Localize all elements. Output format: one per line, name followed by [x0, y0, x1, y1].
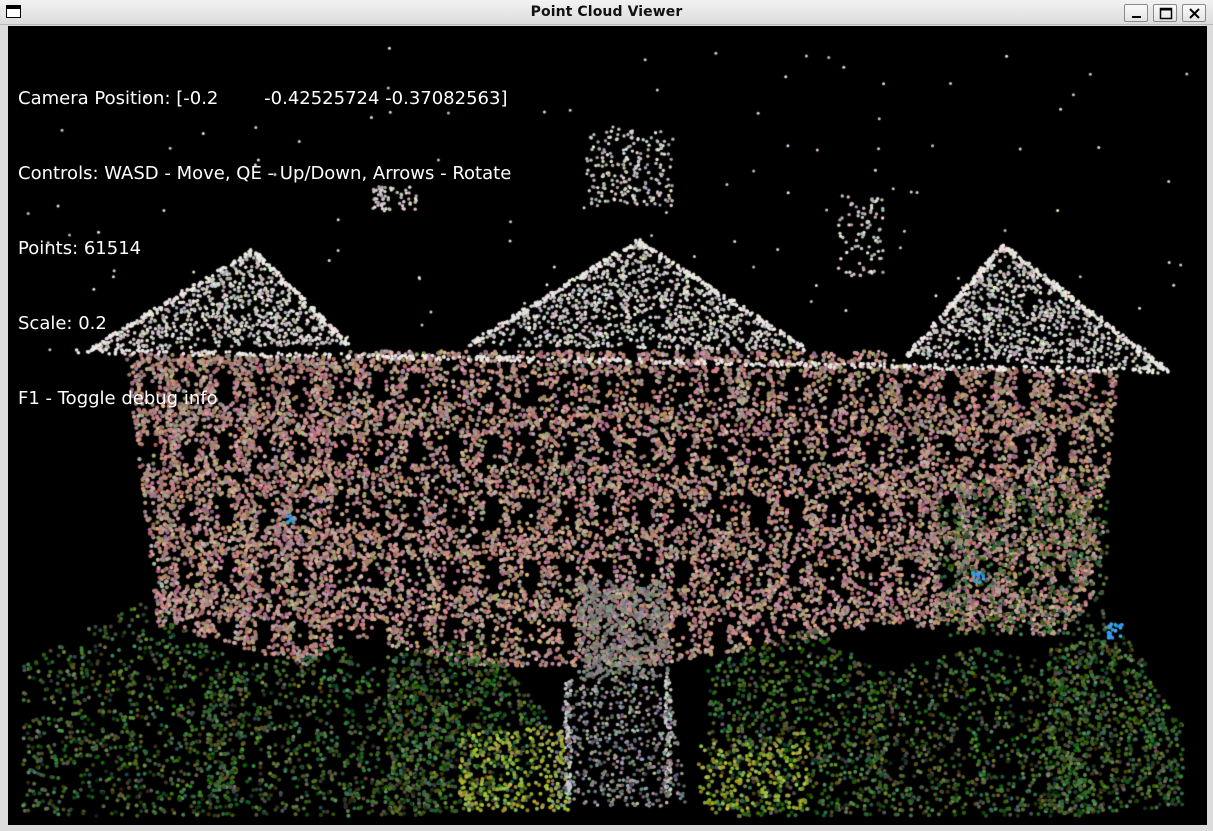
app-window: Point Cloud Viewer Camera Position: [-0.…: [0, 0, 1213, 831]
points-count-text: Points: 61514: [18, 238, 142, 259]
minimize-icon: [1132, 16, 1141, 18]
debug-overlay: Camera Position: [-0.2 -0.42525724 -0.37…: [18, 36, 511, 461]
minimize-button[interactable]: [1124, 4, 1148, 22]
controls-text: Controls: WASD - Move, QE - Up/Down, Arr…: [18, 163, 512, 184]
title-bar[interactable]: Point Cloud Viewer: [0, 0, 1213, 25]
scale-text: Scale: 0.2: [18, 313, 107, 334]
maximize-icon: [1159, 7, 1173, 20]
close-button[interactable]: [1182, 4, 1206, 22]
window-title: Point Cloud Viewer: [530, 4, 683, 20]
debug-toggle-hint: F1 - Toggle debug info: [18, 388, 218, 409]
maximize-button[interactable]: [1153, 4, 1177, 22]
camera-position-text: Camera Position: [-0.2 -0.42525724 -0.37…: [18, 88, 508, 109]
point-cloud-viewport[interactable]: Camera Position: [-0.2 -0.42525724 -0.37…: [8, 26, 1207, 825]
close-icon: [1189, 8, 1200, 19]
